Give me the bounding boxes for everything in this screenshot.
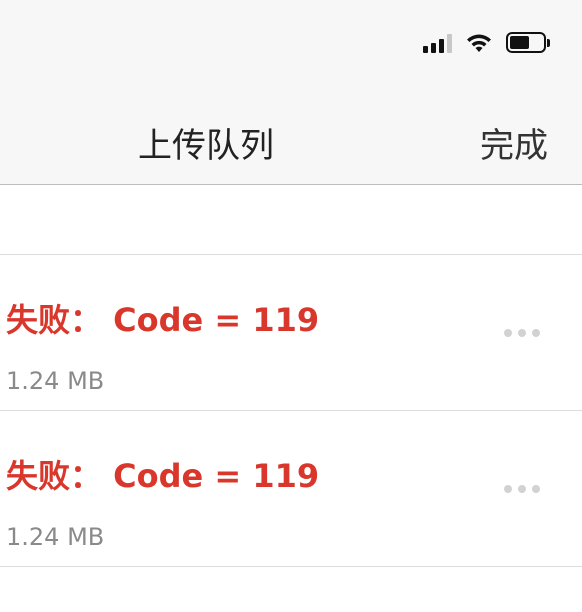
wifi-icon [467,34,491,52]
upload-size: 1.24 MB [6,367,105,395]
upload-status: 失败： Code = 119 [6,301,320,339]
page-title: 上传队列 [138,126,274,166]
status-bar-icons [423,32,550,53]
upload-item[interactable]: 失败： Code = 119 1.24 MB [0,255,582,411]
more-options-icon[interactable] [504,329,540,337]
navigation-header: 上传队列 完成 [0,0,582,185]
upload-list: 失败： Code = 119 1.24 MB 失败： Code = 119 1.… [0,255,582,567]
done-button[interactable]: 完成 [480,118,548,167]
upload-size: 1.24 MB [6,523,105,551]
upload-item[interactable]: 失败： Code = 119 1.24 MB [0,411,582,567]
signal-icon [423,33,452,53]
battery-icon [506,32,550,53]
more-options-icon[interactable] [504,485,540,493]
upload-status: 失败： Code = 119 [6,457,320,495]
